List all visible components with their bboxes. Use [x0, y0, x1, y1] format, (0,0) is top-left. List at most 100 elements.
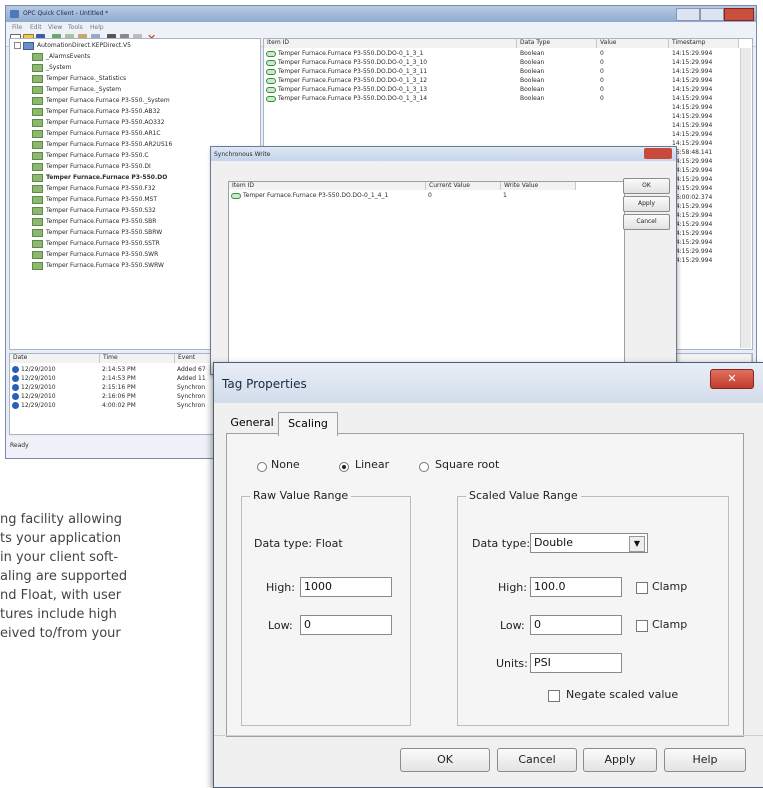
list-cell[interactable]: 0	[600, 95, 604, 103]
col-item-id[interactable]: Item ID	[264, 39, 517, 48]
log-cell[interactable]: 2:14:53 PM	[102, 375, 136, 383]
list-cell[interactable]: 14:15:29.994	[672, 95, 712, 103]
list-cell[interactable]: 0	[600, 50, 604, 58]
sync-dialog-titlebar[interactable]: Synchronous Write	[211, 147, 676, 161]
sync-col-write-value[interactable]: Write Value	[501, 182, 576, 190]
close-button[interactable]	[724, 8, 754, 21]
sync-write-list[interactable]: Item ID Current Value Write Value Temper…	[228, 181, 625, 363]
tab-scaling[interactable]: Scaling	[278, 412, 338, 436]
help-button[interactable]: Help	[664, 748, 746, 772]
list-cell[interactable]: 0	[600, 77, 604, 85]
tree-item[interactable]: Temper Furnace.Furnace P3-550.SWRW	[32, 261, 164, 270]
log-cell[interactable]: 12/29/2010	[12, 402, 56, 410]
list-cell[interactable]: Boolean	[520, 68, 544, 76]
log-cell[interactable]: Added 67	[177, 366, 206, 374]
item-id-cell[interactable]: Temper Furnace.Furnace P3-550.DO.DO-0_1_…	[266, 59, 427, 67]
list-scrollbar[interactable]	[740, 48, 751, 348]
maximize-button[interactable]	[700, 8, 724, 21]
close-icon[interactable]: ✕	[710, 369, 754, 389]
tree-item[interactable]: Temper Furnace._System	[32, 85, 121, 94]
tree-item[interactable]: Temper Furnace.Furnace P3-550.SWR	[32, 250, 158, 259]
log-cell[interactable]: 2:15:16 PM	[102, 384, 136, 392]
minimize-button[interactable]	[676, 8, 700, 21]
tree-item[interactable]: Temper Furnace.Furnace P3-550.SBR	[32, 217, 156, 226]
item-id-cell[interactable]: Temper Furnace.Furnace P3-550.DO.DO-0_1_…	[266, 86, 427, 94]
menu-file[interactable]: File	[12, 24, 22, 31]
ok-button[interactable]: OK	[400, 748, 490, 772]
col-timestamp[interactable]: Timestamp	[669, 39, 739, 48]
tree-item[interactable]: Temper Furnace.Furnace P3-550.DI	[32, 162, 151, 171]
tree-item[interactable]: Temper Furnace.Furnace P3-550.F32	[32, 184, 155, 193]
sync-col-item-id[interactable]: Item ID	[229, 182, 426, 190]
tree-item[interactable]: Temper Furnace.Furnace P3-550.AR2US16	[32, 140, 172, 149]
item-id-cell[interactable]: Temper Furnace.Furnace P3-550.DO.DO-0_1_…	[266, 50, 423, 58]
list-cell[interactable]: 0	[600, 86, 604, 94]
tree-item[interactable]: Temper Furnace.Furnace P3-550.SSTR	[32, 239, 160, 248]
item-id-cell[interactable]: Temper Furnace.Furnace P3-550.DO.DO-0_1_…	[266, 68, 427, 76]
sync-col-current-value[interactable]: Current Value	[426, 182, 501, 190]
sync-apply-button[interactable]: Apply	[623, 196, 670, 212]
list-cell[interactable]: Boolean	[520, 95, 544, 103]
list-cell[interactable]: Boolean	[520, 50, 544, 58]
sync-cancel-button[interactable]: Cancel	[623, 214, 670, 230]
raw-low-input[interactable]: 0	[300, 615, 392, 635]
tree-item[interactable]: Temper Furnace.Furnace P3-550.AO332	[32, 118, 165, 127]
tree-item[interactable]: Temper Furnace.Furnace P3-550._System	[32, 96, 170, 105]
list-cell[interactable]: 14:15:29.994	[672, 68, 712, 76]
menu-tools[interactable]: Tools	[68, 24, 83, 31]
log-cell[interactable]: 2:16:06 PM	[102, 393, 136, 401]
log-cell[interactable]: 12/29/2010	[12, 366, 56, 374]
log-cell[interactable]: Synchron	[177, 393, 205, 401]
collapse-icon[interactable]	[14, 42, 21, 49]
tree-root[interactable]: AutomationDirect.KEPDirect.V5	[14, 41, 131, 50]
list-cell[interactable]: 14:15:29.994	[672, 50, 712, 58]
list-cell[interactable]: 14:15:29.994	[672, 77, 712, 85]
menu-view[interactable]: View	[48, 24, 62, 31]
item-id-cell[interactable]: Temper Furnace.Furnace P3-550.DO.DO-0_1_…	[266, 77, 427, 85]
radio-square-root[interactable]	[419, 462, 429, 472]
high-clamp-checkbox[interactable]	[636, 582, 648, 594]
item-id-cell[interactable]: Temper Furnace.Furnace P3-550.DO.DO-0_1_…	[266, 95, 427, 103]
units-input[interactable]: PSI	[530, 653, 622, 673]
tree-item[interactable]: Temper Furnace.Furnace P3-550.C	[32, 151, 149, 160]
tree-item[interactable]: Temper Furnace.Furnace P3-550.AR1C	[32, 129, 161, 138]
menu-edit[interactable]: Edit	[30, 24, 42, 31]
tree-item[interactable]: Temper Furnace.Furnace P3-550.SBRW	[32, 228, 162, 237]
negate-checkbox[interactable]	[548, 690, 560, 702]
log-cell[interactable]: 12/29/2010	[12, 393, 56, 401]
tab-general[interactable]: General	[226, 412, 278, 434]
list-cell[interactable]: Boolean	[520, 86, 544, 94]
cancel-button[interactable]: Cancel	[497, 748, 577, 772]
raw-high-input[interactable]: 1000	[300, 577, 392, 597]
tree-item[interactable]: Temper Furnace.Furnace P3-550.DO	[32, 173, 167, 182]
scaled-data-type-select[interactable]: Double ▼	[530, 533, 648, 553]
chevron-down-icon[interactable]: ▼	[629, 536, 645, 552]
list-cell[interactable]: Boolean	[520, 77, 544, 85]
list-cell[interactable]: 14:15:29.994	[672, 59, 712, 67]
sync-ok-button[interactable]: OK	[623, 178, 670, 194]
list-cell[interactable]: 0	[600, 59, 604, 67]
close-icon[interactable]	[644, 148, 672, 159]
log-cell[interactable]: 2:14:53 PM	[102, 366, 136, 374]
col-data-type[interactable]: Data Type	[517, 39, 597, 48]
scaled-low-input[interactable]: 0	[530, 615, 622, 635]
scaled-high-input[interactable]: 100.0	[530, 577, 622, 597]
list-cell[interactable]: 14:15:29.994	[672, 86, 712, 94]
col-date[interactable]: Date	[10, 354, 100, 363]
tree-item[interactable]: Temper Furnace._Statistics	[32, 74, 126, 83]
tree-item[interactable]: _AlarmsEvents	[32, 52, 90, 61]
title-bar[interactable]: OPC Quick Client - Untitled *	[6, 6, 756, 22]
log-cell[interactable]: Synchron	[177, 402, 205, 410]
col-time[interactable]: Time	[100, 354, 175, 363]
log-cell[interactable]: 4:00:02 PM	[102, 402, 136, 410]
sync-write-value[interactable]: 1	[503, 192, 507, 200]
list-cell[interactable]: Boolean	[520, 59, 544, 67]
radio-none[interactable]	[257, 462, 267, 472]
apply-button[interactable]: Apply	[583, 748, 657, 772]
log-cell[interactable]: 12/29/2010	[12, 384, 56, 392]
log-cell[interactable]: Added 11	[177, 375, 206, 383]
tree-item[interactable]: Temper Furnace.Furnace P3-550.S32	[32, 206, 156, 215]
tree-item[interactable]: Temper Furnace.Furnace P3-550.AB32	[32, 107, 160, 116]
menu-help[interactable]: Help	[90, 24, 104, 31]
tree-item[interactable]: _System	[32, 63, 71, 72]
